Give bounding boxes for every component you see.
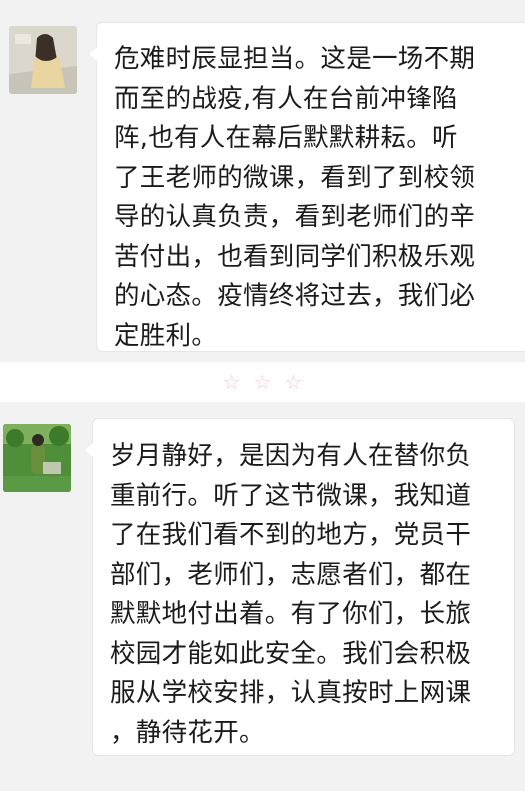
person-photo-icon	[9, 26, 77, 94]
message-bubble: 岁月静好，是因为有人在替你负 重前行。听了这节微课，我知道 了在我们看不到的地方，党…	[85, 418, 515, 756]
avatar[interactable]	[9, 26, 77, 94]
message-line: 默默地付出着。有了你们，长旅	[110, 599, 472, 629]
message-text: 危难时辰显担当。这是一场不期 而至的战疫,有人在台前冲锋陷 阵,也有人在幕后默默耕耘…	[114, 40, 475, 356]
message-line: 导的认真负责，看到老师们的辛	[114, 202, 476, 232]
message-line: 重前行。听了这节微课，我知道	[110, 480, 472, 511]
message-text: 岁月静好，是因为有人在替你负 重前行。听了这节微课，我知道 了在我们看不到的地方，党…	[110, 437, 471, 753]
message-line: 阵,也有人在幕后默默耕耘。听	[114, 123, 458, 153]
message-line: 苦付出，也看到同学们积极乐观	[114, 241, 476, 272]
message-panel: 岁月静好，是因为有人在替你负 重前行。听了这节微课，我知道 了在我们看不到的地方，党…	[0, 402, 525, 791]
message-line: 岁月静好，是因为有人在替你负	[110, 441, 472, 471]
message-line: ，静待花开。	[110, 717, 265, 748]
message-line: 了在我们看不到的地方，党员干	[110, 520, 472, 550]
message-line: 定胜利。	[114, 320, 218, 351]
message-line: 校园才能如此安全。我们会积极	[110, 638, 472, 669]
message-line: 的心态。疫情终将过去，我们必	[114, 281, 476, 311]
message-line: 危难时辰显担当。这是一场不期	[114, 44, 476, 74]
message-bubble: 危难时辰显担当。这是一场不期 而至的战疫,有人在台前冲锋陷 阵,也有人在幕后默默耕耘…	[89, 22, 525, 352]
message-line: 服从学校安排，认真按时上网课	[110, 678, 472, 708]
message-panel: 危难时辰显担当。这是一场不期 而至的战疫,有人在台前冲锋陷 阵,也有人在幕后默默耕耘…	[0, 0, 525, 362]
avatar[interactable]	[3, 424, 71, 492]
garden-photo-icon	[3, 424, 71, 492]
message-line: 了王老师的微课，看到了到校领	[114, 162, 476, 193]
message-line: 而至的战疫,有人在台前冲锋陷	[114, 83, 458, 114]
message-line: 部们，老师们，志愿者们，都在	[110, 559, 472, 590]
star-divider: ☆☆☆	[222, 370, 316, 394]
